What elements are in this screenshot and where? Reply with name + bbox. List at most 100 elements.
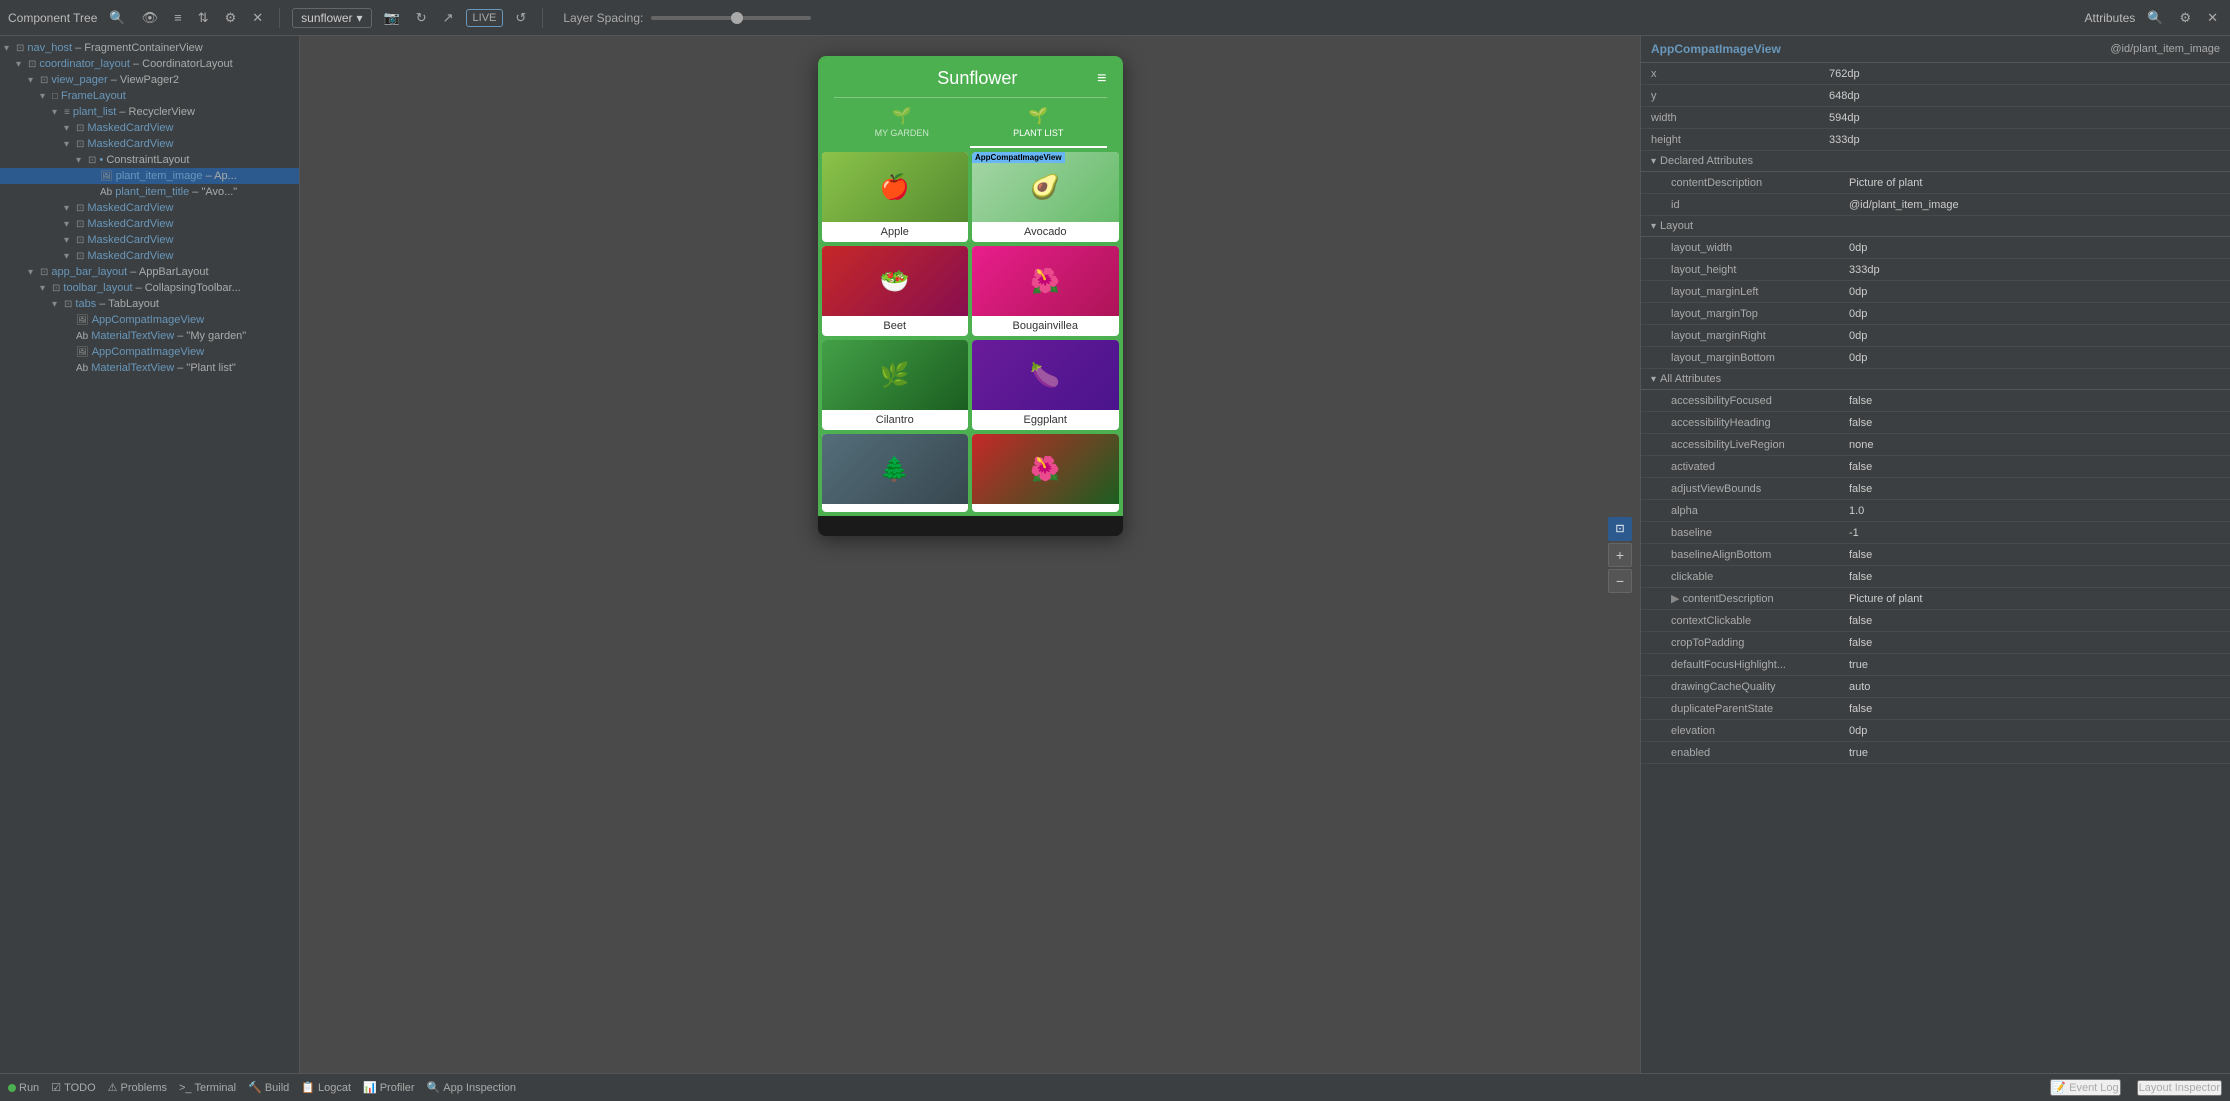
attr-key: id: [1661, 194, 1841, 215]
plant-card-avocado[interactable]: AppCompatImageView 🥑 Avocado: [972, 152, 1119, 242]
plant-card-beet[interactable]: 🥗 Beet: [822, 246, 969, 336]
tree-item[interactable]: Ab MaterialTextView – "Plant list": [0, 360, 299, 376]
logcat-button[interactable]: 📋 Logcat: [301, 1081, 351, 1094]
tree-item[interactable]: ▾ ⊡ MaskedCardView: [0, 232, 299, 248]
declared-attributes-header[interactable]: ▾ Declared Attributes: [1641, 151, 2230, 172]
problems-button[interactable]: ⚠ Problems: [108, 1081, 167, 1094]
tree-arrow: ▾: [64, 235, 76, 246]
tree-item[interactable]: ▾ ⊡ • ConstraintLayout: [0, 152, 299, 168]
attr-close-button[interactable]: ✕: [2203, 8, 2222, 28]
close-button[interactable]: ✕: [248, 8, 267, 28]
attr-key: contentDescription: [1661, 172, 1841, 193]
zoom-in-button[interactable]: +: [1608, 543, 1632, 567]
attr-search-button[interactable]: 🔍: [2143, 8, 2167, 28]
attr-settings-button[interactable]: ⚙: [2175, 8, 2195, 28]
tab-plant-list[interactable]: 🌱 PLANT LIST: [970, 98, 1107, 148]
app-inspection-button[interactable]: 🔍 App Inspection: [427, 1081, 516, 1094]
attr-key: layout_height: [1661, 259, 1841, 280]
search-button[interactable]: 🔍: [105, 8, 129, 28]
tree-arrow: ▾: [40, 283, 52, 294]
attr-val: Picture of plant: [1841, 172, 2230, 193]
terminal-icon: >_: [179, 1082, 192, 1094]
tree-item[interactable]: ▾ ⊡ MaskedCardView: [0, 248, 299, 264]
camera-button[interactable]: 📷: [380, 8, 404, 28]
layer-spacing-label: Layer Spacing:: [563, 11, 643, 25]
attr-val: false: [1841, 544, 2230, 565]
layout-section-header[interactable]: ▾ Layout: [1641, 216, 2230, 237]
eye-button[interactable]: 👁: [138, 8, 163, 28]
collapse-arrow: ▾: [1651, 221, 1656, 232]
refresh-button[interactable]: ↺: [511, 8, 530, 28]
tree-item[interactable]: ▾ ⊡ tabs – TabLayout: [0, 296, 299, 312]
tree-arrow: ▾: [52, 299, 64, 310]
attr-key: width: [1641, 107, 1821, 128]
tree-item[interactable]: ▾ □ FrameLayout: [0, 88, 299, 104]
run-button[interactable]: Run: [8, 1082, 39, 1094]
attr-row: adjustViewBounds false: [1641, 478, 2230, 500]
all-attributes-header[interactable]: ▾ All Attributes: [1641, 369, 2230, 390]
attr-val: 0dp: [1841, 237, 2230, 258]
tree-item[interactable]: Ab MaterialTextView – "My garden": [0, 328, 299, 344]
list-button[interactable]: ≡: [170, 8, 186, 27]
attr-row-height: height 333dp: [1641, 129, 2230, 151]
attr-key: elevation: [1661, 720, 1841, 741]
masked-card-icon: ⊡: [76, 219, 84, 230]
tree-item[interactable]: ▾ ⊡ MaskedCardView: [0, 136, 299, 152]
attr-key: baseline: [1661, 522, 1841, 543]
plant-card-cilantro[interactable]: 🌿 Cilantro: [822, 340, 969, 430]
attr-row: accessibilityLiveRegion none: [1641, 434, 2230, 456]
todo-button[interactable]: ☑ TODO: [51, 1081, 95, 1094]
tree-arrow: ▾: [28, 267, 40, 278]
tree-item[interactable]: ▾ ⊡ app_bar_layout – AppBarLayout: [0, 264, 299, 280]
bottom-toolbar: Run ☑ TODO ⚠ Problems >_ Terminal 🔨 Buil…: [0, 1073, 2230, 1101]
build-button[interactable]: 🔨 Build: [248, 1081, 289, 1094]
tree-item[interactable]: ▾ ⊡ view_pager – ViewPager2: [0, 72, 299, 88]
filter-icon[interactable]: ≡: [1097, 70, 1106, 88]
tab-my-garden[interactable]: 🌱 MY GARDEN: [834, 98, 971, 148]
app-title: Sunflower: [858, 68, 1098, 89]
sort-button[interactable]: ⇅: [194, 8, 213, 28]
tree-item[interactable]: 🖼 AppCompatImageView: [0, 312, 299, 328]
attr-row-y: y 648dp: [1641, 85, 2230, 107]
layout-inspector-button[interactable]: Layout Inspector: [2137, 1080, 2222, 1096]
plant-card-eggplant[interactable]: 🍆 Eggplant: [972, 340, 1119, 430]
attr-key: drawingCacheQuality: [1661, 676, 1841, 697]
tree-item[interactable]: ▾ ⊡ toolbar_layout – CollapsingToolbar..…: [0, 280, 299, 296]
profiler-button[interactable]: 📊 Profiler: [363, 1081, 415, 1094]
coordinator-icon: ⊡: [28, 59, 36, 70]
plant-card-7[interactable]: 🌲: [822, 434, 969, 512]
terminal-button[interactable]: >_ Terminal: [179, 1082, 236, 1094]
external-button[interactable]: ↗: [439, 8, 458, 28]
attr-key: accessibilityLiveRegion: [1661, 434, 1841, 455]
plant-card-apple[interactable]: 🍎 Apple: [822, 152, 969, 242]
tab-bar: 🌱 MY GARDEN 🌱 PLANT LIST: [834, 97, 1107, 148]
tree-item[interactable]: ▾ ⊡ MaskedCardView: [0, 216, 299, 232]
plant-card-8[interactable]: 🌺: [972, 434, 1119, 512]
zoom-out-button[interactable]: −: [1608, 569, 1632, 593]
tree-item[interactable]: 🖼 AppCompatImageView: [0, 344, 299, 360]
tree-item[interactable]: ▾ ⊡ nav_host – FragmentContainerView: [0, 40, 299, 56]
attr-val: true: [1841, 654, 2230, 675]
copy-button[interactable]: ⊡: [1608, 517, 1632, 541]
attr-val: 0dp: [1841, 325, 2230, 346]
attr-row: duplicateParentState false: [1641, 698, 2230, 720]
attr-row: activated false: [1641, 456, 2230, 478]
sunflower-dropdown[interactable]: sunflower ▾: [292, 8, 371, 28]
tree-item-plant-image[interactable]: 🖼 plant_item_image – Ap...: [0, 168, 299, 184]
tree-item[interactable]: ▾ ⊡ MaskedCardView: [0, 200, 299, 216]
tree-item[interactable]: Ab plant_item_title – "Avo...": [0, 184, 299, 200]
attr-val: false: [1841, 456, 2230, 477]
layer-spacing-slider[interactable]: [651, 16, 811, 20]
attr-key: enabled: [1661, 742, 1841, 763]
settings-button[interactable]: ⚙: [221, 8, 241, 28]
tree-item[interactable]: ▾ ≡ plant_list – RecyclerView: [0, 104, 299, 120]
tree-item[interactable]: ▾ ⊡ coordinator_layout – CoordinatorLayo…: [0, 56, 299, 72]
rotate-button[interactable]: ↻: [412, 8, 431, 28]
attr-val: false: [1841, 412, 2230, 433]
plant-card-bougainvillea[interactable]: 🌺 Bougainvillea: [972, 246, 1119, 336]
recyclerview-icon: ≡: [64, 107, 70, 118]
live-button[interactable]: LIVE: [466, 9, 504, 27]
event-log-button[interactable]: 📝 Event Log: [2050, 1079, 2120, 1096]
tree-item[interactable]: ▾ ⊡ MaskedCardView: [0, 120, 299, 136]
avocado-name: Avocado: [972, 222, 1119, 242]
